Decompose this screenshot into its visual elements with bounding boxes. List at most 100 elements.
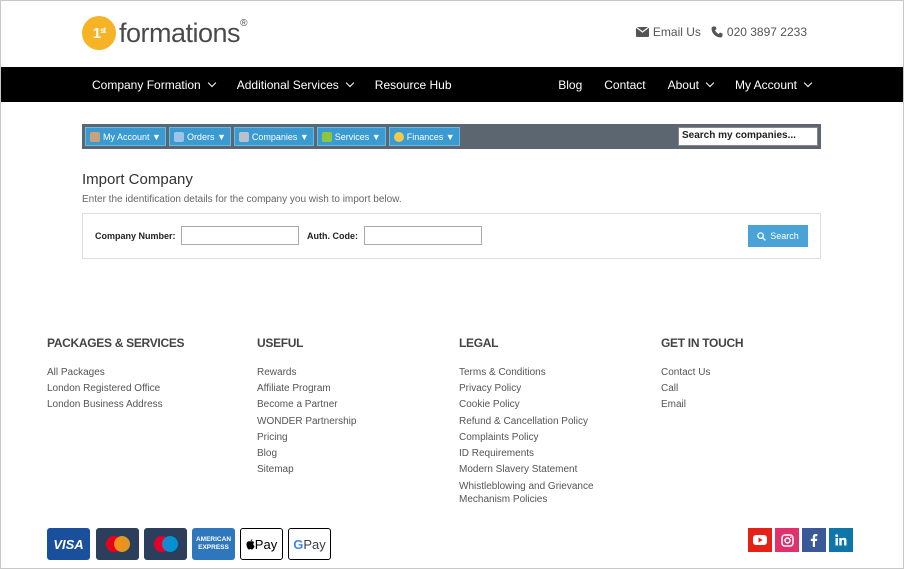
footer-link[interactable]: WONDER Partnership [257, 414, 356, 430]
google-pay-icon: G Pay [288, 528, 331, 560]
footer-link[interactable]: Email [661, 397, 743, 413]
logo[interactable]: 1st formations ® [82, 16, 247, 50]
amex-text: AMERICAN [195, 536, 232, 543]
footer-link[interactable]: Terms & Conditions [459, 365, 594, 381]
dash-label: Finances ▼ [406, 131, 455, 142]
chevron-down-icon [803, 78, 813, 88]
maestro-icon [144, 528, 187, 560]
dash-finances-button[interactable]: Finances ▼ [388, 127, 460, 146]
youtube-icon[interactable] [748, 528, 772, 552]
nav-my-account[interactable]: My Account [734, 77, 813, 92]
chevron-down-icon [207, 78, 216, 88]
google-pay-text: Pay [303, 536, 326, 552]
mastercard-circles [105, 536, 130, 552]
amex-text: EXPRESS [198, 544, 229, 551]
footer-link[interactable]: Privacy Policy [459, 381, 594, 397]
nav-blog[interactable]: Blog [558, 78, 582, 92]
footer-link[interactable]: Call [661, 381, 743, 397]
footer-heading: USEFUL [257, 336, 304, 350]
company-number-input[interactable] [181, 226, 299, 245]
footer-link[interactable]: ID Requirements [459, 446, 594, 462]
footer-link[interactable]: Whistleblowing and Grievance [459, 480, 594, 493]
nav-label: My Account [734, 77, 797, 92]
footer-link[interactable]: Rewards [257, 365, 356, 381]
instagram-icon[interactable] [775, 528, 799, 552]
coins-icon [393, 131, 404, 142]
header-contact: Email Us 020 3897 2233 [635, 25, 807, 39]
footer-link[interactable]: Cookie Policy [459, 397, 594, 413]
dash-label: Orders ▼ [186, 131, 226, 142]
main-nav: Company Formation Additional Services Re… [1, 67, 903, 102]
dashboard-toolbar: My Account ▼ Orders ▼ Companies ▼ Servic… [82, 124, 821, 149]
auth-code-label: Auth. Code: [307, 231, 358, 241]
logo-mark: 1st [82, 16, 116, 50]
footer-link[interactable]: Blog [257, 446, 356, 462]
search-button[interactable]: Search [748, 225, 808, 247]
footer-link[interactable]: Affiliate Program [257, 381, 356, 397]
footer-link[interactable]: Complaints Policy [459, 430, 594, 446]
phone-icon [711, 26, 723, 38]
logo-text: formations [119, 17, 241, 48]
facebook-icon[interactable] [802, 528, 826, 552]
logo-registered: ® [240, 18, 248, 29]
linkedin-glyph [835, 534, 847, 546]
nav-resource-hub[interactable]: Resource Hub [375, 78, 452, 92]
footer-link[interactable]: All Packages [47, 365, 184, 381]
chevron-down-icon [345, 78, 355, 88]
apple-pay-icon: Pay [240, 528, 283, 560]
nav-company-formation[interactable]: Company Formation [92, 77, 216, 92]
dash-companies-button[interactable]: Companies ▼ [233, 127, 314, 146]
nav-label: Additional Services [236, 77, 339, 92]
search-button-label: Search [770, 231, 799, 241]
search-icon [757, 231, 767, 241]
footer-link[interactable]: London Registered Office [47, 381, 184, 397]
nav-additional-services[interactable]: Additional Services [236, 77, 355, 92]
footer-heading: GET IN TOUCH [661, 336, 744, 350]
dash-label: My Account ▼ [103, 131, 161, 142]
dash-my-account-button[interactable]: My Account ▼ [85, 127, 166, 146]
page-title: Import Company [82, 171, 193, 188]
dash-services-button[interactable]: Services ▼ [316, 127, 386, 146]
email-label: Email Us [652, 25, 701, 39]
nav-about[interactable]: About [667, 77, 715, 92]
orders-icon [173, 131, 184, 142]
phone-number: 020 3897 2233 [726, 25, 807, 39]
linkedin-icon[interactable] [829, 528, 853, 552]
nav-label: Company Formation [92, 77, 201, 92]
footer-heading: LEGAL [459, 336, 499, 350]
phone-link[interactable]: 020 3897 2233 [711, 25, 807, 39]
footer-link[interactable]: London Business Address [47, 397, 184, 413]
footer-link[interactable]: Pricing [257, 430, 356, 446]
nav-label: Resource Hub [374, 77, 452, 92]
maestro-circles [153, 536, 178, 552]
visa-icon: VISA [47, 528, 90, 560]
footer-link[interactable]: Become a Partner [257, 397, 356, 413]
user-icon [90, 131, 100, 142]
nav-label: About [667, 77, 699, 92]
footer-link[interactable]: Modern Slavery Statement [459, 462, 594, 478]
envelope-icon [635, 27, 649, 37]
footer-link[interactable]: Mechanism Policies [459, 493, 594, 506]
youtube-glyph [753, 535, 767, 545]
dash-orders-button[interactable]: Orders ▼ [168, 127, 231, 146]
company-number-label: Company Number: [95, 231, 176, 241]
search-companies-input[interactable]: Search my companies... [678, 127, 818, 146]
auth-code-input[interactable] [364, 226, 482, 245]
chevron-down-icon [705, 78, 715, 88]
puzzle-icon [321, 131, 332, 142]
footer-useful: USEFUL Rewards Affiliate Program Become … [257, 336, 356, 478]
building-icon [238, 131, 249, 142]
instagram-glyph [780, 533, 794, 547]
footer-legal: LEGAL Terms & Conditions Privacy Policy … [459, 336, 594, 506]
footer-link[interactable]: Refund & Cancellation Policy [459, 414, 594, 430]
nav-contact[interactable]: Contact [604, 78, 645, 92]
footer-heading: PACKAGES & SERVICES [47, 336, 185, 350]
email-link[interactable]: Email Us [635, 25, 701, 39]
footer-contact: GET IN TOUCH Contact Us Call Email [661, 336, 743, 414]
nav-label: Contact [604, 77, 646, 92]
facebook-glyph [810, 534, 818, 547]
footer-link[interactable]: Contact Us [661, 365, 743, 381]
dash-label: Companies ▼ [251, 131, 309, 142]
mastercard-icon [96, 528, 139, 560]
footer-link[interactable]: Sitemap [257, 462, 356, 478]
